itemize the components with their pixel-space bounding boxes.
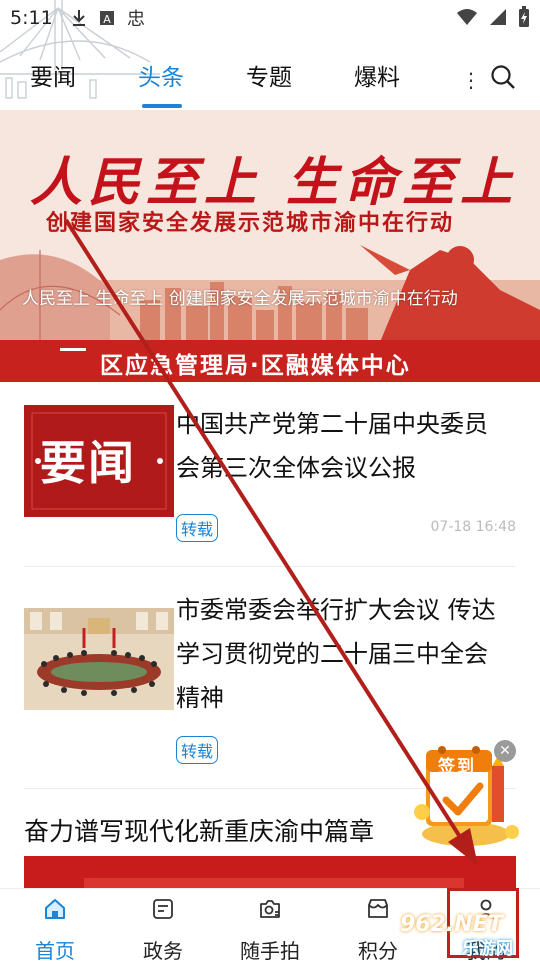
tab-yaowen[interactable]: 要闻 [30,58,76,92]
banner-headline: 人民至上 生命至上 [30,152,519,213]
banner-caption: 人民至上 生命至上 创建国家安全发展示范城市渝中在行动 [22,289,458,309]
nav-snapshot[interactable]: 随手拍 [230,889,310,963]
document-icon [153,899,173,919]
news-time: 07-18 16:48 [430,519,516,535]
tab-zhuanti[interactable]: 专题 [246,58,292,92]
feature-banner-art [24,856,516,890]
tab-baoliao[interactable]: 爆料 [354,58,400,92]
feature-image[interactable] [24,856,516,890]
nav-home[interactable]: 首页 [15,889,95,963]
a-badge-icon: A [99,11,114,26]
signal-icon [490,9,506,25]
close-icon[interactable]: ✕ [494,740,516,762]
news-tag: 转载 [176,514,219,542]
status-time: 5:11 [10,7,53,29]
search-icon[interactable] [488,62,518,92]
nav-government[interactable]: 政务 [123,889,203,963]
news-thumbnail[interactable] [24,608,174,710]
channel-tabs: 要闻 头条 专题 爆料 ⋮ [0,52,540,108]
news-title[interactable]: 市委常委会举行扩大会议 传达学习贯彻党的二十届三中全会精神 [176,588,496,720]
feature-title[interactable]: 奋力谱写现代化新重庆渝中篇章 [24,812,374,848]
battery-icon [519,6,529,27]
tab-toutiao[interactable]: 头条 [138,58,184,92]
news-thumbnail[interactable]: 要闻 [24,405,174,517]
banner-carousel[interactable]: 人民至上 生命至上 创建国家安全发展示范城市渝中在行动 人民至上 生命至上 创建… [0,110,540,382]
thumbnail-text: 要闻 [40,436,136,490]
status-bar: 5:11 A 忠 [0,0,540,36]
download-icon [72,10,85,26]
active-tab-indicator [142,104,182,108]
meeting-photo [24,608,174,710]
divider [24,566,516,567]
carousel-indicator [60,348,86,351]
banner-subheadline: 创建国家安全发展示范城市渝中在行动 [46,211,455,236]
camera-icon [260,900,280,918]
banner-footer-text: 区应急管理局·区融媒体中心 [100,353,411,379]
svg-text:忠: 忠 [127,9,145,28]
more-tabs-icon[interactable]: ⋮ [461,68,481,92]
checkin-label: 签到 [438,757,476,777]
svg-text:A: A [103,13,111,26]
bug-icon: 忠 [127,9,145,28]
store-icon [368,899,388,918]
news-tag: 转载 [176,736,219,764]
wifi-icon [457,9,477,25]
news-title[interactable]: 中国共产党第二十届中央委员会第三次全体会议公报 [176,402,496,490]
watermark-subtext: 乐游网 [462,939,513,959]
home-icon [45,899,65,919]
